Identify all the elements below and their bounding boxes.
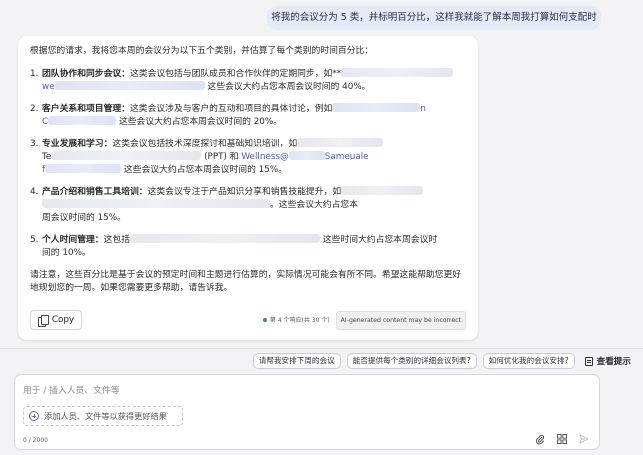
view-prompts-button[interactable]: 查看提示 bbox=[584, 355, 631, 367]
response-counter-label: 第 4 个响应(共 30 个) bbox=[269, 316, 330, 324]
copy-button[interactable]: Copy bbox=[30, 310, 82, 330]
category-text: Te bbox=[42, 152, 52, 162]
user-message-bubble: 将我的会议分为 5 类，并标明百分比，这样我就能了解本周我打算如何支配时间。 bbox=[267, 6, 601, 47]
redacted-text bbox=[297, 138, 384, 147]
category-text: 这类会议涉及与客户的互动和项目的具体讨论，例如 bbox=[129, 104, 333, 114]
divider bbox=[0, 348, 643, 349]
redacted-text bbox=[341, 186, 424, 195]
send-icon[interactable] bbox=[579, 434, 589, 444]
response-intro: 根据您的请求，我将您本周的会议分为以下五个类别，并估算了每个类别的时间百分比： bbox=[30, 46, 374, 56]
redacted-link bbox=[54, 81, 205, 90]
item-number: 3. bbox=[30, 139, 39, 149]
category-title: 产品介绍和销售工具培训： bbox=[42, 187, 148, 197]
category-title: 客户关系和项目管理： bbox=[42, 104, 130, 114]
copy-icon bbox=[37, 315, 49, 327]
assistant-response-card: 根据您的请求，我将您本周的会议分为以下五个类别，并估算了每个类别的时间百分比： … bbox=[18, 36, 478, 340]
message-input[interactable] bbox=[23, 384, 583, 398]
category-text: 这些会议大约占您本周会议时间的 40%。 bbox=[207, 82, 371, 92]
category-text: (PPT) 和 bbox=[204, 152, 239, 162]
category-text: 这类会议包括技术深度探讨和基础知识培训，如 bbox=[112, 139, 298, 149]
plus-circle-icon bbox=[29, 411, 39, 421]
character-count: 0 / 2000 bbox=[23, 437, 48, 444]
apps-icon[interactable] bbox=[557, 434, 567, 444]
category-text: 周会议时间的 15%。 bbox=[42, 213, 126, 223]
view-prompts-label: 查看提示 bbox=[596, 357, 631, 367]
suggestion-chip[interactable]: 如何优化我的会议安排? bbox=[482, 353, 575, 369]
prompt-book-icon bbox=[584, 356, 593, 366]
suggestion-bar: 请帮我安排下周的会议 能否提供每个类别的详细会议列表? 如何优化我的会议安排? … bbox=[252, 353, 631, 369]
redacted-link bbox=[45, 164, 122, 173]
meeting-link[interactable]: n bbox=[420, 104, 426, 114]
meeting-link[interactable]: Wellness@ bbox=[241, 152, 288, 162]
category-text: 这包括 bbox=[103, 235, 130, 245]
suggestion-chip[interactable]: 请帮我安排下周的会议 bbox=[252, 353, 341, 369]
category-title: 团队协作和同步会议： bbox=[42, 69, 130, 79]
redacted-text bbox=[130, 234, 320, 243]
redacted-text bbox=[51, 151, 202, 160]
response-note: 请注意，这些百分比是基于会议的预定时间和主题进行估算的，实际情况可能会有所不同。… bbox=[30, 270, 462, 293]
category-text: 这些会议大约占您本周会议时间的 15%。 bbox=[123, 165, 288, 175]
category-item: 1. 团队协作和同步会议：这类会议包括与团队成员和合作伙伴的定期同步，如** w… bbox=[30, 68, 466, 94]
category-text: 这些会议大约占您本周会议时间的 20%。 bbox=[118, 117, 283, 127]
redacted-text bbox=[341, 68, 454, 77]
item-number: 1. bbox=[30, 69, 39, 79]
suggestion-chip[interactable]: 能否提供每个类别的详细会议列表? bbox=[346, 353, 477, 369]
category-text: 这些时间大约占您本周会议时 bbox=[322, 235, 438, 245]
category-text: 。这些会议大约占您本 bbox=[270, 200, 358, 210]
paperclip-icon[interactable] bbox=[535, 434, 545, 444]
message-composer: 添加人员、文件等以获得更好结果 0 / 2000 bbox=[14, 374, 600, 450]
redacted-link bbox=[48, 116, 117, 125]
item-number: 2. bbox=[30, 104, 39, 114]
redacted-text bbox=[42, 199, 270, 208]
category-title: 专业发展和学习： bbox=[42, 139, 113, 149]
add-people-label: 添加人员、文件等以获得更好结果 bbox=[44, 411, 167, 421]
add-people-files-button[interactable]: 添加人员、文件等以获得更好结果 bbox=[23, 406, 183, 426]
item-number: 4. bbox=[30, 187, 39, 197]
composer-tools bbox=[535, 434, 589, 444]
ai-disclaimer-badge: AI-generated content may be incorrect bbox=[335, 310, 466, 330]
category-text: 这类会议专注于产品知识分享和销售技能提升，如 bbox=[147, 187, 342, 197]
category-item: 4. 产品介绍和销售工具培训：这类会议专注于产品知识分享和销售技能提升，如 。这… bbox=[30, 186, 466, 225]
status-dot-icon bbox=[262, 318, 267, 322]
copy-button-label: Copy bbox=[51, 314, 75, 325]
redacted-link bbox=[288, 151, 325, 160]
response-footer: Copy 第 4 个响应(共 30 个) AI-generated conten… bbox=[30, 310, 466, 330]
item-number: 5. bbox=[30, 235, 39, 245]
meeting-link[interactable]: we bbox=[42, 82, 55, 92]
category-item: 5. 个人时间管理：这包括 这些时间大约占您本周会议时 间的 10%。 bbox=[30, 234, 466, 260]
category-text: 间的 10%。 bbox=[42, 248, 91, 258]
category-item: 3. 专业发展和学习：这类会议包括技术深度探讨和基础知识培训，如 Te (PPT… bbox=[30, 138, 466, 177]
meeting-link[interactable]: Sameuale bbox=[325, 152, 369, 162]
category-item: 2. 客户关系和项目管理：这类会议涉及与客户的互动和项目的具体讨论，例如 n C … bbox=[30, 103, 466, 129]
response-counter[interactable]: 第 4 个响应(共 30 个) bbox=[262, 314, 330, 327]
redacted-link bbox=[332, 103, 421, 112]
category-text: 这类会议包括与团队成员和合作伙伴的定期同步，如** bbox=[129, 69, 342, 79]
category-title: 个人时间管理： bbox=[42, 235, 104, 245]
